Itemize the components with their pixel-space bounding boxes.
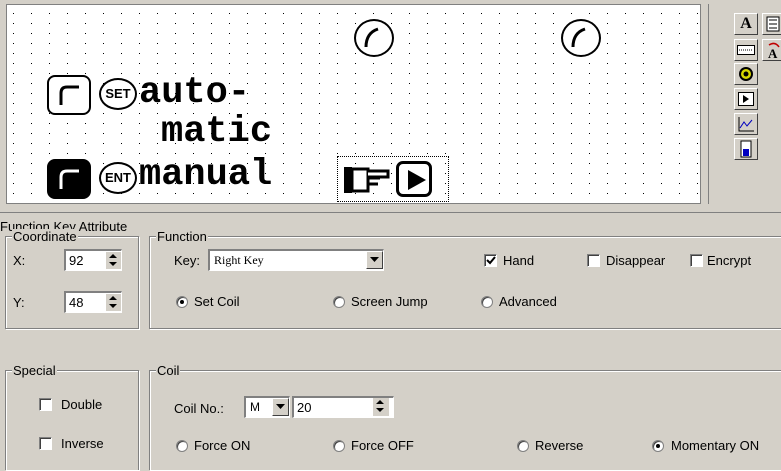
object-toolbar: A A (708, 4, 781, 204)
encrypt-checkbox[interactable] (690, 254, 703, 267)
ent-key-box[interactable] (47, 159, 91, 199)
x-value: 92 (69, 253, 84, 268)
trend-graph-icon[interactable] (734, 113, 758, 135)
special-legend: Special (12, 363, 57, 378)
key-label: Key: (174, 253, 201, 268)
coil-device-select[interactable]: M (244, 396, 290, 418)
ent-badge: ENT (99, 162, 137, 194)
spin-arrows-icon[interactable] (105, 293, 121, 311)
double-checkbox[interactable] (39, 398, 52, 411)
advanced-label: Advanced (499, 294, 557, 309)
canvas-text-manual[interactable]: manual (139, 157, 272, 194)
y-spinner[interactable]: 48 (64, 291, 122, 313)
coil-number-value: 20 (297, 400, 312, 415)
set-key-box[interactable] (47, 75, 91, 115)
disappear-checkbox[interactable] (587, 254, 600, 267)
coordinate-group: Coordinate X: 92 Y: 48 (5, 229, 139, 329)
double-label: Double (61, 397, 103, 412)
momentary-on-label: Momentary ON (671, 438, 760, 453)
chevron-down-icon[interactable] (366, 251, 383, 269)
spin-arrows-icon[interactable] (373, 398, 389, 416)
hand-label: Hand (503, 253, 535, 268)
x-label: X: (13, 253, 26, 268)
svg-text:A: A (768, 46, 778, 59)
key-select[interactable]: Right Key (208, 249, 384, 271)
dial-icon (561, 19, 601, 57)
coil-device-value: M (250, 400, 260, 414)
inverse-label: Inverse (61, 436, 104, 451)
canvas-text-matic[interactable]: matic (161, 114, 272, 151)
hand-checkbox[interactable] (484, 254, 497, 267)
advanced-radio[interactable] (481, 296, 493, 308)
screen-editor-canvas[interactable]: SET auto- matic ENT manual (6, 4, 701, 204)
reverse-radio[interactable] (517, 440, 529, 452)
bar-meter-icon[interactable] (734, 138, 758, 160)
key-value: Right Key (214, 253, 264, 267)
force-off-radio[interactable] (333, 440, 345, 452)
force-on-radio[interactable] (176, 440, 188, 452)
text-icon[interactable]: A (734, 13, 758, 35)
y-label: Y: (13, 295, 25, 310)
force-on-label: Force ON (194, 438, 251, 453)
text-rotate-icon[interactable]: A (762, 39, 781, 61)
encrypt-label: Encrypt (707, 253, 752, 268)
panel-divider (0, 212, 781, 213)
coil-group: Coil Coil No.: M 20 Force ON Force OFF R… (149, 363, 781, 470)
lamp-icon[interactable] (734, 63, 758, 85)
reverse-label: Reverse (535, 438, 584, 453)
coordinate-legend: Coordinate (12, 229, 78, 244)
disappear-label: Disappear (606, 253, 666, 268)
hand-pointer-icon (344, 167, 390, 193)
screen-jump-radio[interactable] (333, 296, 345, 308)
function-key-icon[interactable] (734, 88, 758, 110)
right-key-selection[interactable] (337, 156, 449, 202)
y-value: 48 (69, 295, 84, 310)
function-group: Function Key: Right Key Hand Disappear E… (149, 229, 781, 329)
play-key-icon (396, 161, 432, 197)
force-off-label: Force OFF (351, 438, 414, 453)
coil-number-spinner[interactable]: 20 (292, 396, 394, 418)
coil-no-label: Coil No.: (174, 401, 224, 416)
canvas-text-auto[interactable]: auto- (139, 75, 250, 112)
screen-jump-label: Screen Jump (351, 294, 427, 309)
chevron-down-icon[interactable] (272, 398, 289, 416)
date-display-icon[interactable] (734, 39, 758, 61)
spin-arrows-icon[interactable] (105, 251, 121, 269)
x-spinner[interactable]: 92 (64, 249, 122, 271)
function-legend: Function (156, 229, 208, 244)
set-coil-label: Set Coil (194, 294, 240, 309)
momentary-on-radio[interactable] (652, 440, 664, 452)
checkmark-icon (486, 256, 496, 265)
set-coil-radio[interactable] (176, 296, 188, 308)
special-group: Special Double Inverse (5, 363, 139, 470)
dial-icon (354, 19, 394, 57)
set-badge: SET (99, 78, 137, 110)
barcode-icon[interactable] (762, 13, 781, 35)
inverse-checkbox[interactable] (39, 437, 52, 450)
coil-legend: Coil (156, 363, 181, 378)
